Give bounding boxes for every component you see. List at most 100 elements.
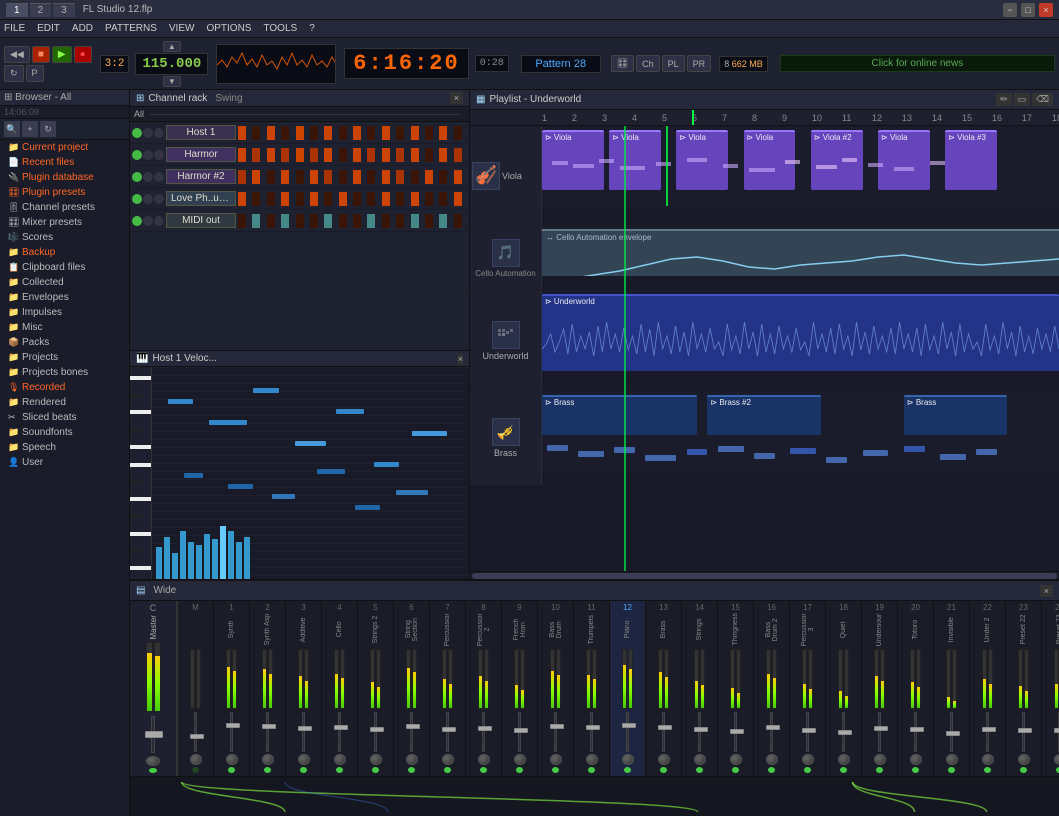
channel-solo-btn[interactable] [154,194,164,204]
channel-led[interactable] [768,767,775,773]
pan-knob[interactable] [1054,754,1059,765]
pad[interactable] [353,214,361,228]
fader-handle[interactable] [406,724,420,729]
menu-tools[interactable]: TOOLS [263,23,297,34]
pad[interactable] [296,214,304,228]
pad[interactable] [353,148,361,162]
pad[interactable] [310,126,318,140]
pattern-mode-button[interactable]: P [26,65,44,82]
pad[interactable] [281,170,289,184]
pan-knob[interactable] [370,754,382,765]
fader-handle[interactable] [694,727,708,732]
channel-active-led[interactable] [132,172,142,182]
fader-handle[interactable] [478,726,492,731]
piano-key-white[interactable] [130,410,151,414]
sidebar-item-packs[interactable]: 📦 Packs [0,335,129,350]
pan-knob[interactable] [910,754,922,765]
channel-led[interactable] [408,767,415,773]
pad[interactable] [324,192,332,206]
fader-handle[interactable] [838,730,852,735]
pad[interactable] [425,192,433,206]
pad[interactable] [252,148,260,162]
sidebar-item-clipboard[interactable]: 📋 Clipboard files [0,260,129,275]
menu-help[interactable]: ? [309,23,315,34]
channel-led[interactable] [948,767,955,773]
fader-handle[interactable] [298,726,312,731]
pan-knob[interactable] [694,754,706,765]
playlist-scrollbar[interactable] [470,571,1059,579]
sidebar-item-plugin-presets[interactable]: 🎛 Plugin presets [0,185,129,200]
pan-knob[interactable] [550,754,562,765]
fader-handle[interactable] [874,726,888,731]
pattern-display[interactable]: Pattern 28 [521,55,601,73]
pan-knob[interactable] [334,754,346,765]
pad[interactable] [281,214,289,228]
pad[interactable] [454,148,462,162]
piano-key-black[interactable] [130,549,143,552]
pan-knob[interactable] [766,754,778,765]
menu-options[interactable]: OPTIONS [206,23,251,34]
channel-led[interactable] [264,767,271,773]
sidebar-item-backup[interactable]: 📁 Backup [0,245,129,260]
pad[interactable] [238,192,246,206]
pan-knob[interactable] [658,754,670,765]
piano-key-white[interactable] [130,566,151,570]
pad[interactable] [324,148,332,162]
viola-track-content[interactable]: ⊳ Viola ⊳ Viola ⊳ Viola ⊳ Viola ⊳ Viola … [542,126,1059,206]
pan-knob[interactable] [298,754,310,765]
sidebar-item-rendered[interactable]: 📁 Rendered [0,395,129,410]
piano-key-white[interactable] [130,532,151,536]
channel-solo-btn[interactable] [154,128,164,138]
pad[interactable] [310,170,318,184]
piano-key-black[interactable] [130,394,143,397]
note-grid[interactable] [152,367,469,579]
playlist-tool-pencil[interactable]: ✏ [996,93,1012,106]
pad[interactable] [411,148,419,162]
clip-brass-3[interactable]: ⊳ Brass [904,395,1007,435]
menu-view[interactable]: VIEW [169,23,195,34]
channel-led[interactable] [588,767,595,773]
clip-underworld[interactable]: ⊳ Underworld [542,294,1059,371]
clip-brass-1[interactable]: ⊳ Brass [542,395,697,435]
pad[interactable] [439,148,447,162]
pan-knob[interactable] [442,754,454,765]
pad[interactable] [425,126,433,140]
channel-button[interactable]: Ch [636,55,660,72]
pad[interactable] [252,126,260,140]
piano-roll-close[interactable]: × [458,354,463,364]
sidebar-item-current-project[interactable]: 📁 Current project [0,140,129,155]
pad[interactable] [339,126,347,140]
channel-led[interactable] [444,767,451,773]
channel-name-host1[interactable]: Host 1 [166,125,236,140]
pad[interactable] [238,148,246,162]
pad[interactable] [281,126,289,140]
pad[interactable] [439,170,447,184]
channel-solo-btn[interactable] [154,216,164,226]
pad[interactable] [425,170,433,184]
pad[interactable] [310,148,318,162]
close-button[interactable]: × [1039,3,1053,17]
time-display[interactable]: 6:16:20 [344,48,468,79]
fader-handle[interactable] [586,725,600,730]
sidebar-item-misc[interactable]: 📁 Misc [0,320,129,335]
minimize-button[interactable]: − [1003,3,1017,17]
pad[interactable] [353,126,361,140]
note-block[interactable] [412,431,447,436]
fader-handle[interactable] [730,729,744,734]
tab-2[interactable]: 2 [30,3,52,17]
channel-active-led[interactable] [132,150,142,160]
pad[interactable] [454,126,462,140]
pad[interactable] [454,170,462,184]
sidebar-item-mixer-presets[interactable]: 🎛 Mixer presets [0,215,129,230]
piano-key-black[interactable] [130,428,143,431]
channel-led[interactable] [804,767,811,773]
master-led[interactable] [149,768,157,773]
channel-led[interactable] [516,767,523,773]
underworld-track-content[interactable]: ⊳ Underworld [542,291,1059,371]
pad[interactable] [339,170,347,184]
pad[interactable] [411,214,419,228]
stop-button[interactable]: ■ [32,46,50,63]
fader-handle[interactable] [910,727,924,732]
pad[interactable] [367,126,375,140]
pan-knob[interactable] [262,754,274,765]
